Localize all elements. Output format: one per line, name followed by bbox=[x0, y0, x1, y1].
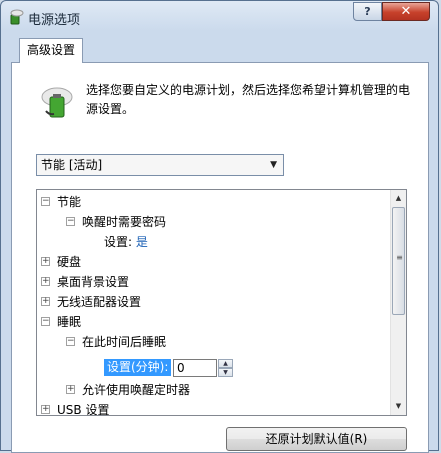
tree-item-wake-timers[interactable]: + 允许使用唤醒定时器 bbox=[66, 380, 190, 400]
window-title: 电源选项 bbox=[28, 13, 81, 28]
expand-icon[interactable]: + bbox=[41, 297, 50, 306]
tree-item-desktop-background[interactable]: + 桌面背景设置 bbox=[41, 272, 129, 292]
sleep-minutes-label: 设置(分钟): bbox=[104, 359, 172, 376]
collapse-icon[interactable]: − bbox=[66, 337, 75, 346]
sleep-minutes-input[interactable]: 0 bbox=[173, 359, 217, 377]
collapse-icon[interactable]: − bbox=[66, 217, 75, 226]
expand-icon[interactable]: + bbox=[41, 277, 50, 286]
battery-plan-icon bbox=[41, 87, 73, 118]
expand-icon[interactable]: + bbox=[66, 385, 75, 394]
spin-down-icon[interactable]: ▼ bbox=[218, 368, 233, 377]
tab-advanced-settings[interactable]: 高级设置 bbox=[19, 38, 84, 63]
tree-item-sleep[interactable]: − 睡眠 bbox=[41, 312, 81, 332]
vertical-scrollbar[interactable]: ▲ ≡ ▼ bbox=[390, 190, 406, 415]
spin-up-icon[interactable]: ▲ bbox=[218, 359, 233, 368]
restore-defaults-button[interactable]: 还原计划默认值(R) bbox=[226, 427, 407, 451]
dropdown-arrow-icon: ▼ bbox=[270, 160, 277, 170]
tree-item-energy-saver[interactable]: − 节能 bbox=[41, 192, 81, 212]
collapse-icon[interactable]: − bbox=[41, 197, 50, 206]
title-bar: 电源选项 ? ✕ bbox=[1, 1, 438, 31]
expand-icon[interactable]: + bbox=[41, 257, 50, 266]
scroll-down-icon[interactable]: ▼ bbox=[391, 398, 406, 415]
power-plan-value: 节能 [活动] bbox=[41, 158, 103, 172]
grip-icon: ≡ bbox=[396, 253, 403, 262]
tree-item-wireless-adapter[interactable]: + 无线适配器设置 bbox=[41, 292, 141, 312]
tree-item-require-password[interactable]: − 唤醒时需要密码 bbox=[66, 212, 166, 232]
tree-item-password-setting[interactable]: 设置: 是 bbox=[104, 232, 148, 252]
advanced-settings-panel: 选择您要自定义的电源计划，然后选择您希望计算机管理的电源设置。 节能 [活动] … bbox=[11, 62, 429, 453]
tree-item-usb-settings[interactable]: + USB 设置 bbox=[41, 400, 109, 415]
help-button[interactable]: ? bbox=[353, 2, 382, 21]
settings-tree[interactable]: − 节能 − 唤醒时需要密码 设置: 是 + 硬盘 + 桌面背景设置 + 无线适… bbox=[36, 189, 407, 416]
power-options-window: 电源选项 ? ✕ 高级设置 选择您要自定义的电源计划，然后选择您希望计算机管理的… bbox=[0, 0, 439, 453]
tree-item-sleep-after[interactable]: − 在此时间后睡眠 bbox=[66, 332, 166, 352]
expand-icon[interactable]: + bbox=[41, 405, 50, 414]
password-setting-value[interactable]: 是 bbox=[136, 235, 148, 249]
scroll-up-icon[interactable]: ▲ bbox=[391, 190, 406, 207]
power-plan-dropdown[interactable]: 节能 [活动] ▼ bbox=[36, 154, 284, 176]
scrollbar-thumb[interactable]: ≡ bbox=[392, 207, 405, 315]
close-button[interactable]: ✕ bbox=[382, 2, 430, 21]
sleep-minutes-spinner[interactable]: ▲ ▼ bbox=[218, 359, 233, 377]
collapse-icon[interactable]: − bbox=[41, 317, 50, 326]
tree-item-hard-disk[interactable]: + 硬盘 bbox=[41, 252, 81, 272]
instruction-text: 选择您要自定义的电源计划，然后选择您希望计算机管理的电源设置。 bbox=[86, 83, 411, 116]
power-options-icon bbox=[10, 9, 24, 25]
